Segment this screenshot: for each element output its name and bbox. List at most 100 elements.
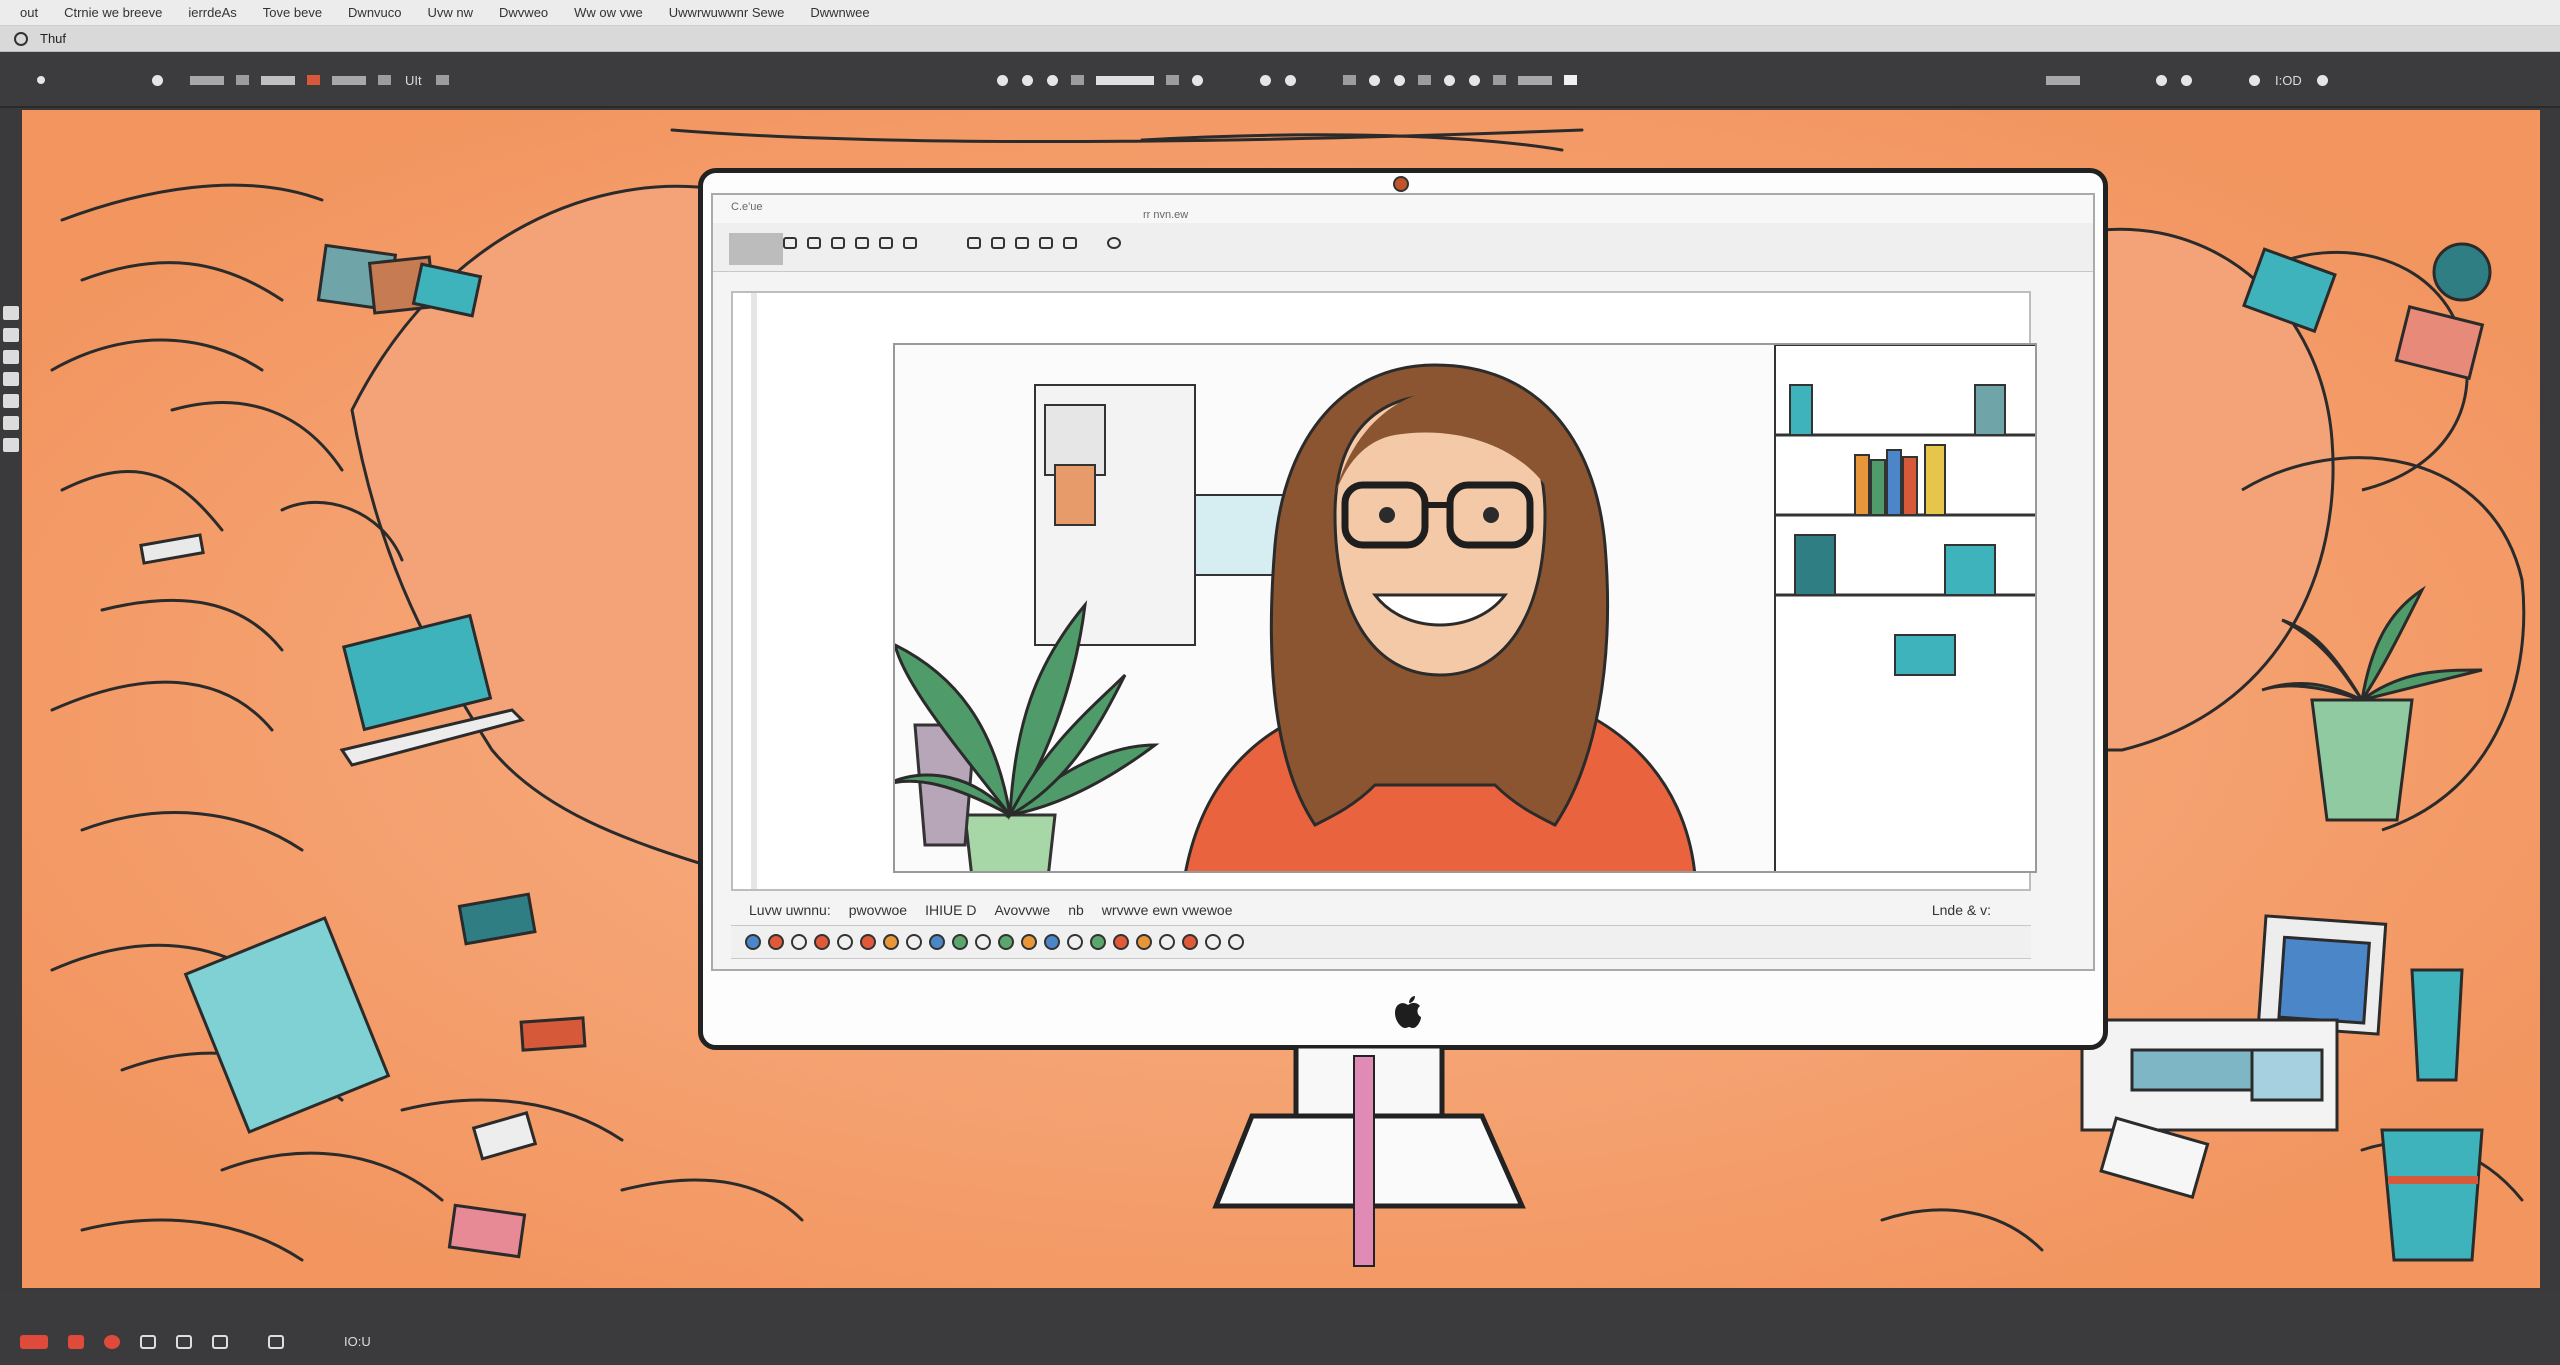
dock-icon[interactable] — [814, 934, 830, 950]
tool-button[interactable] — [1063, 237, 1077, 249]
tool-icon[interactable] — [3, 328, 19, 342]
tool-icon[interactable] — [68, 1334, 84, 1349]
status-item-6[interactable]: wrvwve ewn vwewoe — [1102, 902, 1233, 918]
radio-icon[interactable] — [1047, 74, 1058, 86]
tool-bar-icon[interactable] — [2046, 75, 2080, 85]
slider-icon[interactable] — [1096, 75, 1154, 85]
tool-bar-icon[interactable] — [190, 75, 224, 85]
square-icon[interactable] — [1166, 75, 1179, 85]
dock-icon[interactable] — [906, 934, 922, 950]
radio-icon[interactable] — [2249, 74, 2260, 86]
menu-item-3[interactable]: ierrdeAs — [188, 5, 236, 20]
dock-icon[interactable] — [1067, 934, 1083, 950]
radio-icon[interactable] — [1469, 74, 1480, 86]
menu-item-9[interactable]: Uwwrwuwwnr Sewe — [669, 5, 785, 20]
tool-button[interactable] — [879, 237, 893, 249]
radio-icon[interactable] — [2156, 74, 2167, 86]
status-item-2[interactable]: pwovwoe — [849, 902, 907, 918]
dock-icon[interactable] — [860, 934, 876, 950]
dock-icon[interactable] — [791, 934, 807, 950]
status-item-3[interactable]: IHIUE D — [925, 902, 976, 918]
radio-icon[interactable] — [1369, 74, 1380, 86]
color-swatch-icon[interactable] — [307, 75, 320, 85]
dock-icon[interactable] — [745, 934, 761, 950]
dock-icon[interactable] — [975, 934, 991, 950]
tool-button[interactable] — [831, 237, 845, 249]
portrait-image[interactable] — [893, 343, 2037, 873]
tool-button[interactable] — [855, 237, 869, 249]
menu-item-8[interactable]: Ww ow vwe — [574, 5, 643, 20]
dock-icon[interactable] — [883, 934, 899, 950]
status-right[interactable]: Lnde & v: — [1932, 902, 1991, 918]
menu-item-2[interactable]: Ctrnie we breeve — [64, 5, 162, 20]
tool-button[interactable] — [783, 237, 797, 249]
menu-item-1[interactable]: out — [20, 5, 38, 20]
dock-icon[interactable] — [1182, 934, 1198, 950]
radio-icon[interactable] — [2181, 74, 2192, 86]
tool-icon[interactable] — [3, 416, 19, 430]
menu-item-6[interactable]: Uvw nw — [428, 5, 474, 20]
status-item-5[interactable]: nb — [1068, 902, 1084, 918]
menu-item-10[interactable]: Dwwnwee — [810, 5, 869, 20]
radio-icon[interactable] — [1394, 74, 1405, 86]
dock-icon[interactable] — [929, 934, 945, 950]
menu-item-4[interactable]: Tove beve — [263, 5, 322, 20]
path-label[interactable]: Thuf — [40, 31, 66, 46]
menu-item-5[interactable]: Dwnvuco — [348, 5, 401, 20]
square-icon[interactable] — [1343, 75, 1356, 85]
tool-button[interactable] — [1039, 237, 1053, 249]
square-icon[interactable] — [1493, 75, 1506, 85]
status-item-1[interactable]: Luvw uwnnu: — [749, 902, 831, 918]
tool-icon[interactable] — [3, 394, 19, 408]
square-icon[interactable] — [1071, 75, 1084, 85]
record-icon[interactable] — [20, 1334, 48, 1349]
radio-icon[interactable] — [1444, 74, 1455, 86]
dock-icon[interactable] — [1159, 934, 1175, 950]
radio-icon[interactable] — [1192, 74, 1203, 86]
tool-button[interactable] — [903, 237, 917, 249]
tool-icon[interactable] — [212, 1334, 228, 1349]
square-icon[interactable] — [236, 75, 249, 85]
dock-icon[interactable] — [768, 934, 784, 950]
screen-toolbar-swatch[interactable] — [729, 233, 783, 265]
toolbar-text-right[interactable]: I:OD — [2275, 73, 2302, 88]
radio-icon[interactable] — [997, 74, 1008, 86]
tool-icon[interactable] — [268, 1334, 284, 1349]
dock-icon[interactable] — [952, 934, 968, 950]
tool-icon[interactable] — [3, 438, 19, 452]
tool-button[interactable] — [991, 237, 1005, 249]
radio-icon[interactable] — [1260, 74, 1271, 86]
tool-icon[interactable] — [140, 1334, 156, 1349]
tool-button[interactable] — [807, 237, 821, 249]
square-icon[interactable] — [1418, 75, 1431, 85]
menu-item-7[interactable]: Dwvweo — [499, 5, 548, 20]
document-area[interactable] — [731, 291, 2037, 891]
tool-icon[interactable] — [176, 1334, 192, 1349]
tool-button[interactable] — [967, 237, 981, 249]
radio-icon[interactable] — [1022, 74, 1033, 86]
tool-icon[interactable] — [3, 350, 19, 364]
dock-icon[interactable] — [1090, 934, 1106, 950]
square-icon[interactable] — [1564, 75, 1577, 85]
toolbar-text[interactable]: UIt — [405, 73, 422, 88]
radio-icon[interactable] — [2316, 74, 2328, 86]
search-icon[interactable] — [1107, 237, 1121, 249]
tool-icon[interactable] — [104, 1334, 120, 1349]
radio-icon[interactable] — [1285, 74, 1296, 86]
tool-bar-icon[interactable] — [261, 75, 295, 85]
tool-icon[interactable] — [152, 74, 163, 86]
illustration-canvas[interactable]: C.e'ue rr nvn.ew Luvw uwnnu: pwovwoe IHI… — [22, 110, 2540, 1288]
dock-icon[interactable] — [1113, 934, 1129, 950]
tool-icon[interactable] — [3, 306, 19, 320]
dock-icon[interactable] — [1021, 934, 1037, 950]
dock-icon[interactable] — [1228, 934, 1244, 950]
tool-button[interactable] — [1015, 237, 1029, 249]
dock-icon[interactable] — [837, 934, 853, 950]
dock-icon[interactable] — [1044, 934, 1060, 950]
status-item-4[interactable]: Avovvwe — [994, 902, 1050, 918]
tool-bar-icon[interactable] — [332, 75, 366, 85]
dock-icon[interactable] — [1205, 934, 1221, 950]
dock-icon[interactable] — [998, 934, 1014, 950]
tool-icon[interactable] — [3, 372, 19, 386]
dock-icon[interactable] — [1136, 934, 1152, 950]
